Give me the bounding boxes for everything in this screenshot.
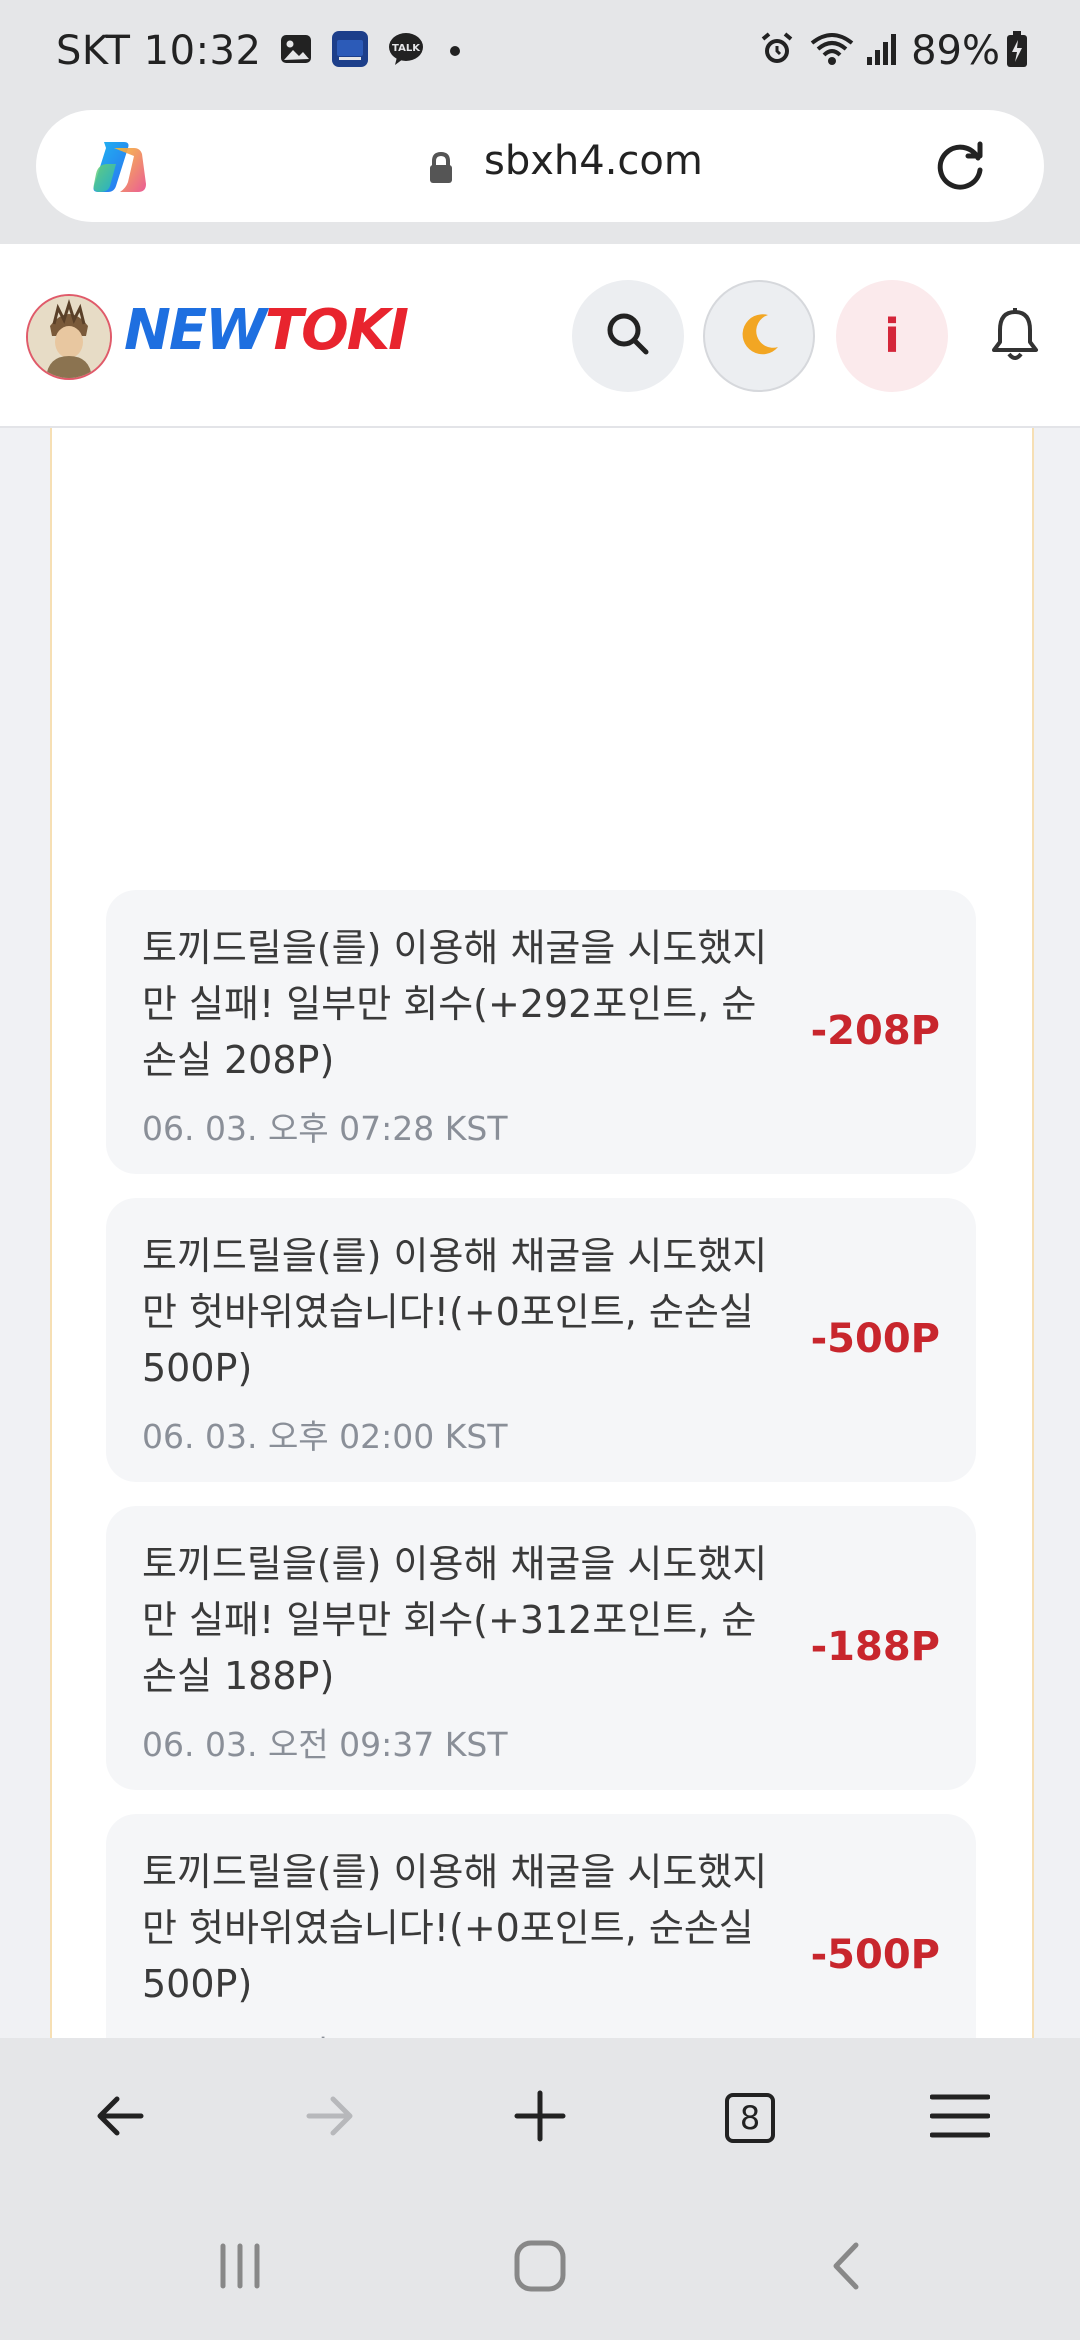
search-button[interactable]: [572, 280, 684, 392]
arrow-left-icon: [93, 2089, 147, 2147]
avatar[interactable]: [26, 294, 112, 380]
wifi-icon: [809, 31, 855, 71]
bell-icon[interactable]: [990, 306, 1040, 366]
status-bar: SKT 10:32 TALK 89%: [0, 0, 1080, 108]
logo-new-text: NEW: [124, 298, 267, 363]
history-text: 토끼드릴을(를) 이용해 채굴을 시도했지만 헛바위였습니다!(+0포인트, 순…: [142, 1234, 768, 1390]
history-text: 토끼드릴을(를) 이용해 채굴을 시도했지만 헛바위였습니다!(+0포인트, 순…: [142, 1850, 768, 2006]
carrier-time: SKT 10:32: [56, 28, 262, 74]
recent-apps-button[interactable]: [200, 2238, 280, 2298]
history-amount: -208P: [810, 1008, 940, 1054]
point-history-panel: 토끼드릴을(를) 이용해 채굴을 시도했지만 실패! 일부만 회수(+292포인…: [50, 428, 1034, 2038]
system-nav-bar: [0, 2198, 1080, 2340]
gallery-icon: [279, 32, 313, 70]
menu-button[interactable]: [920, 2078, 1000, 2158]
moon-icon: [734, 309, 784, 363]
logo-toki-text: TOKI: [264, 298, 409, 363]
url-text[interactable]: sbxh4.com: [484, 138, 703, 184]
history-time: 06. 03. 오후 02:00 KST: [142, 1417, 508, 1456]
home-button[interactable]: [500, 2238, 580, 2298]
alarm-icon: [759, 31, 795, 71]
info-button[interactable]: i: [836, 280, 948, 392]
arrow-right-icon: [303, 2089, 357, 2147]
battery-percent: 89%: [911, 28, 1000, 74]
site-header: NEWTOKI i: [0, 244, 1080, 428]
list-item: 토끼드릴을(를) 이용해 채굴을 시도했지만 실패! 일부만 회수(+292포인…: [106, 890, 976, 1174]
history-text: 토끼드릴을(를) 이용해 채굴을 시도했지만 실패! 일부만 회수(+312포인…: [142, 1542, 768, 1698]
recent-apps-icon: [217, 2242, 263, 2294]
history-time: 06. 03. 오전 09:37 KST: [142, 1725, 508, 1764]
history-amount: -500P: [810, 1316, 940, 1362]
address-bar[interactable]: sbxh4.com: [36, 110, 1044, 222]
history-time: 06. 03. 오후 07:28 KST: [142, 1109, 508, 1148]
history-text: 토끼드릴을(를) 이용해 채굴을 시도했지만 실패! 일부만 회수(+292포인…: [142, 926, 768, 1082]
list-item: 토끼드릴을(를) 이용해 채굴을 시도했지만 헛바위였습니다!(+0포인트, 순…: [106, 1198, 976, 1482]
status-bar-right: 89%: [759, 28, 1028, 74]
lock-icon: [428, 151, 454, 188]
page-content[interactable]: 토끼드릴을(를) 이용해 채굴을 시도했지만 실패! 일부만 회수(+292포인…: [0, 428, 1080, 2038]
svg-text:TALK: TALK: [392, 43, 421, 54]
browser-bottom-bar: 8: [0, 2038, 1080, 2198]
forward-button[interactable]: [290, 2078, 370, 2158]
search-icon: [604, 310, 652, 362]
plus-icon: [513, 2089, 567, 2147]
history-amount: -188P: [810, 1624, 940, 1670]
hamburger-menu-icon: [929, 2091, 991, 2145]
info-icon: i: [884, 309, 900, 363]
dot-icon: [449, 42, 461, 61]
new-tab-button[interactable]: [500, 2078, 580, 2158]
tabs-button[interactable]: 8: [710, 2078, 790, 2158]
history-time: 06. 03. 오전 05:19 KST: [142, 2026, 508, 2038]
back-button[interactable]: [80, 2078, 160, 2158]
history-amount: -500P: [810, 1932, 940, 1978]
battery-charging-icon: [1006, 30, 1028, 72]
dark-mode-button[interactable]: [703, 280, 815, 392]
home-icon: [513, 2239, 567, 2297]
site-logo[interactable]: NEWTOKI: [124, 298, 409, 363]
chevron-left-icon: [826, 2239, 866, 2297]
browser-toolbar: sbxh4.com: [0, 108, 1080, 244]
reload-icon[interactable]: [928, 134, 992, 198]
list-item: 토끼드릴을(를) 이용해 채굴을 시도했지만 실패! 일부만 회수(+312포인…: [106, 1506, 976, 1790]
tab-count: 8: [725, 2093, 775, 2143]
age-of-empires-app-icon: [331, 30, 369, 72]
copilot-icon[interactable]: [86, 134, 152, 200]
system-back-button[interactable]: [806, 2238, 886, 2298]
kakaotalk-icon: TALK: [387, 30, 425, 72]
status-bar-left: SKT 10:32 TALK: [56, 28, 461, 74]
signal-icon: [865, 31, 899, 71]
list-item: 토끼드릴을(를) 이용해 채굴을 시도했지만 헛바위였습니다!(+0포인트, 순…: [106, 1814, 976, 2038]
